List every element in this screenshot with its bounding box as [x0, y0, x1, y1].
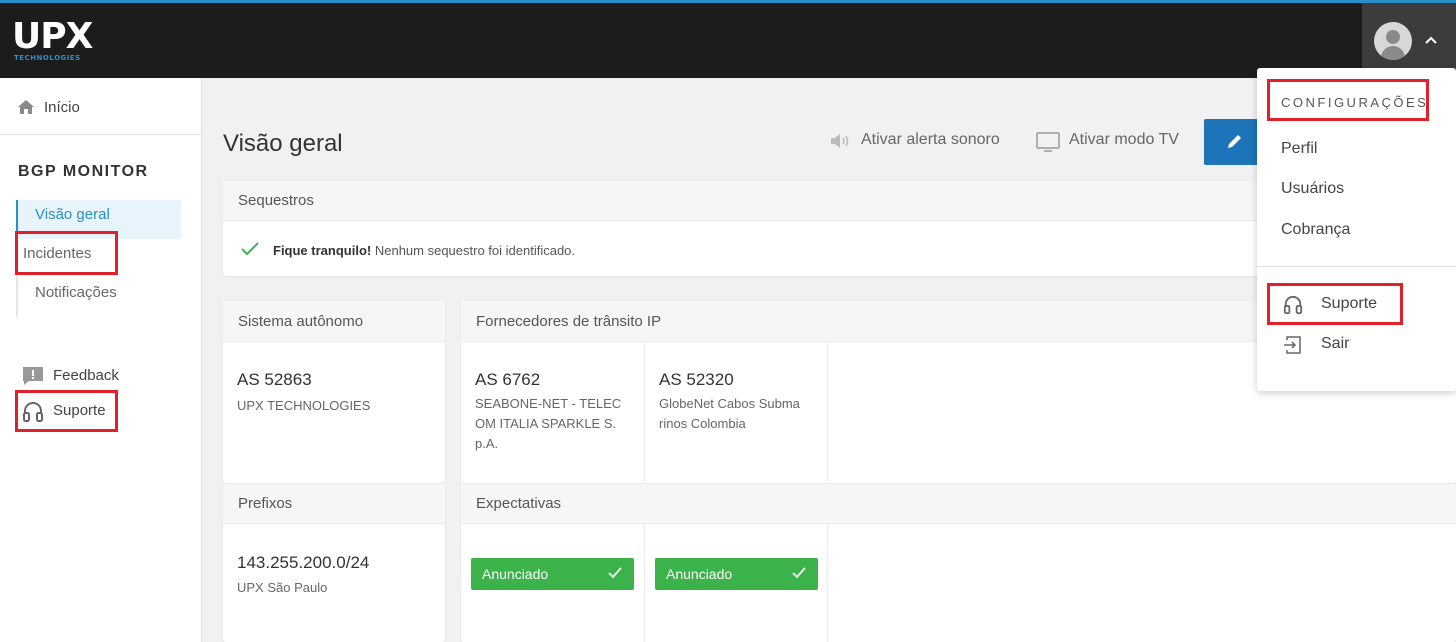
speaker-icon: [831, 134, 849, 148]
hijacks-card-title: Sequestros: [223, 181, 1258, 221]
expectations-title: Expectativas: [461, 484, 1456, 524]
provider-name: GlobeNet Cabos Subma rinos Colombia: [659, 396, 800, 431]
check-icon: [241, 242, 259, 256]
feedback-label: Feedback: [53, 367, 119, 384]
as-name: UPX TECHNOLOGIES: [237, 398, 371, 413]
sidebar-item-home[interactable]: Início: [0, 78, 202, 135]
prefix-name: UPX São Paulo: [237, 580, 328, 595]
menu-divider: [1257, 266, 1456, 267]
prefixes-title: Prefixos: [223, 484, 445, 524]
autonomous-system-card: Sistema autônomo AS 52863 UPX TECHNOLOGI…: [223, 301, 445, 483]
avatar[interactable]: [1374, 22, 1412, 60]
menu-logout-label: Sair: [1321, 335, 1350, 352]
top-bar: UPX TECHNOLOGIES: [0, 0, 1456, 78]
menu-item-profile[interactable]: Perfil: [1281, 140, 1317, 158]
as-number: AS 52863: [237, 370, 312, 389]
sound-alert-label: Ativar alerta sonoro: [861, 131, 1000, 148]
status-badge-announced: Anunciado: [655, 558, 818, 590]
provider-as-number: AS 6762: [475, 370, 541, 389]
pencil-icon: [1228, 135, 1241, 148]
prefix-value: 143.255.200.0/24: [237, 553, 370, 572]
check-icon: [792, 567, 806, 579]
hijacks-status-bold: Fique tranquilo!: [273, 243, 372, 258]
user-menu-toggle[interactable]: [1362, 3, 1456, 78]
edit-button[interactable]: [1204, 119, 1264, 165]
highlight-support: [15, 390, 118, 432]
provider-item[interactable]: AS 52320 GlobeNet Cabos Subma rinos Colo…: [659, 370, 819, 434]
home-icon: [18, 100, 34, 114]
hijacks-card: Sequestros Fique tranquilo! Nenhum seque…: [223, 181, 1258, 276]
menu-item-users[interactable]: Usuários: [1281, 180, 1344, 198]
provider-name: SEABONE-NET - TELEC OM ITALIA SPARKLE S.…: [475, 396, 622, 451]
autonomous-system-title: Sistema autônomo: [223, 301, 445, 342]
monitor-icon: [1036, 132, 1060, 152]
highlight-incidents: [15, 231, 118, 275]
provider-as-number: AS 52320: [659, 370, 734, 389]
logo-subtext: TECHNOLOGIES: [14, 54, 81, 62]
prefixes-card: Prefixos 143.255.200.0/24 UPX São Paulo: [223, 483, 445, 642]
nav-item-notifications[interactable]: Notificações: [18, 278, 186, 317]
highlight-settings: [1267, 79, 1429, 121]
section-title-bgp-monitor: BGP MONITOR: [18, 163, 149, 180]
menu-item-billing[interactable]: Cobrança: [1281, 221, 1350, 239]
hijacks-status-text: Nenhum sequestro foi identificado.: [374, 243, 576, 258]
expectations-card: Expectativas Anunciado Anunciado: [461, 483, 1456, 642]
logout-icon: [1284, 336, 1301, 354]
chevron-up-icon: [1425, 36, 1437, 44]
sidebar: Início BGP MONITOR Visão geral Incidente…: [0, 78, 202, 642]
check-icon: [608, 567, 622, 579]
logo-text: UPX: [12, 16, 93, 57]
provider-item[interactable]: AS 6762 SEABONE-NET - TELEC OM ITALIA SP…: [475, 370, 635, 454]
feedback-icon: [23, 367, 43, 385]
upx-logo[interactable]: UPX TECHNOLOGIES: [12, 19, 132, 67]
highlight-menu-support: [1267, 283, 1403, 325]
home-label: Início: [44, 99, 80, 116]
tv-mode-label: Ativar modo TV: [1069, 131, 1179, 148]
status-badge-announced: Anunciado: [471, 558, 634, 590]
page-title: Visão geral: [223, 130, 343, 157]
